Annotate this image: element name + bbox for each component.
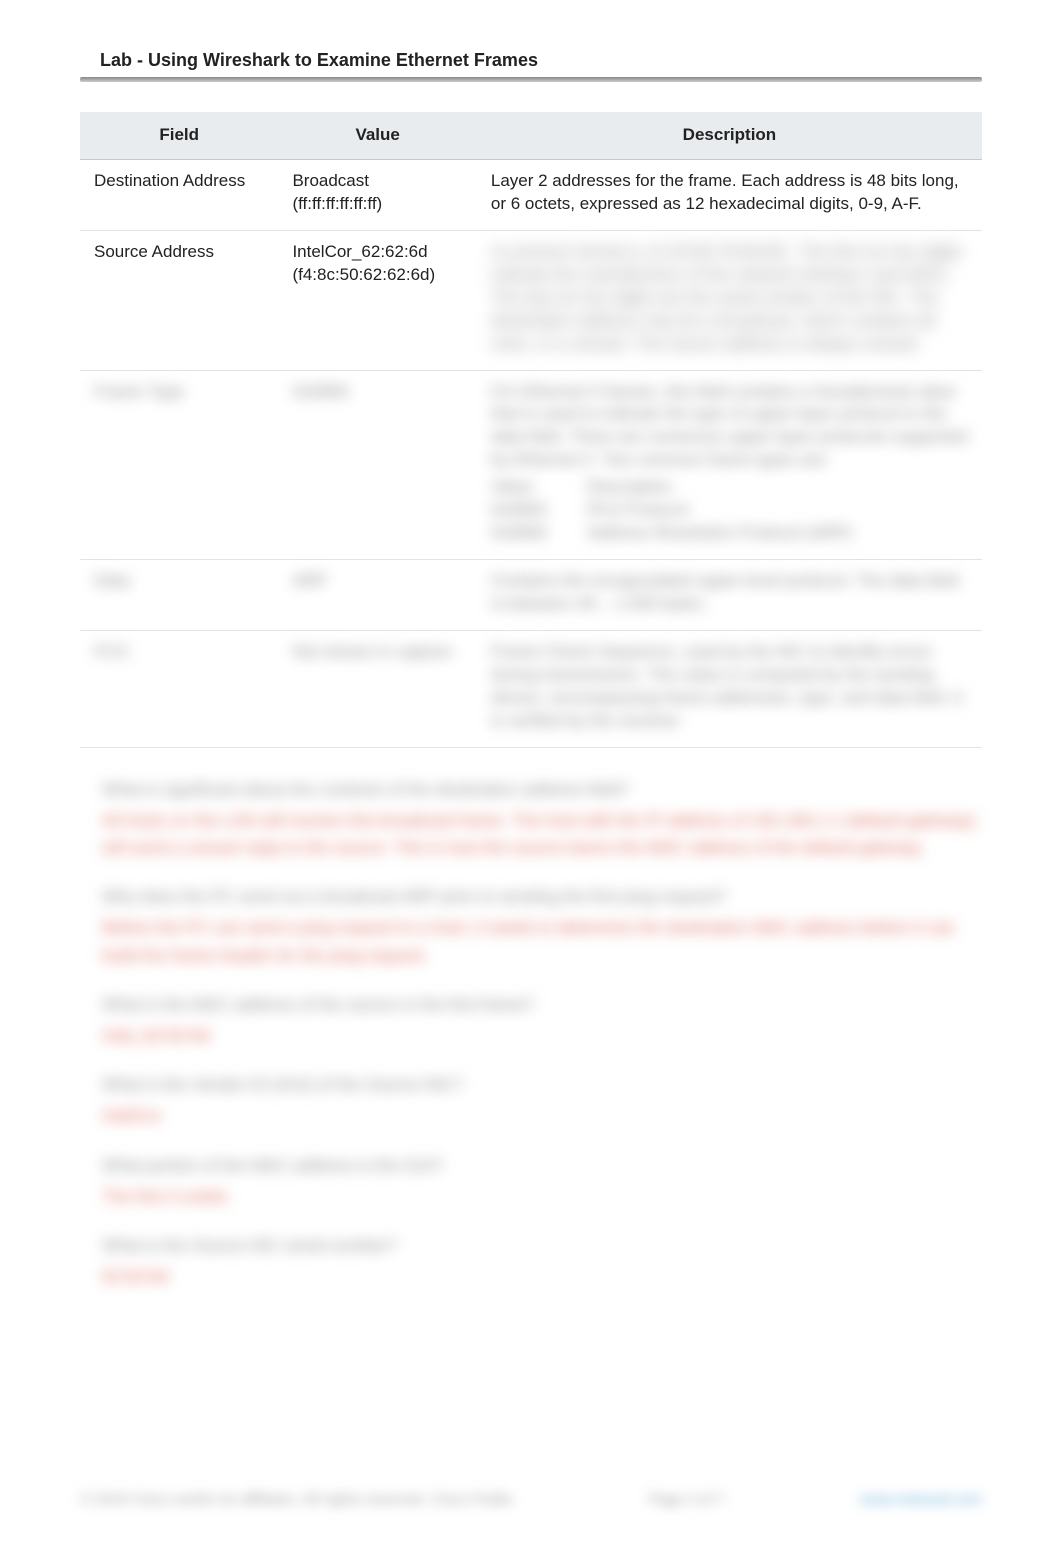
question: What is significant about the contents o… xyxy=(102,776,982,803)
table-header-row: Field Value Description xyxy=(80,112,982,160)
question: What is the Vendor ID (OUI) of the Sourc… xyxy=(102,1071,982,1098)
answer: Before the PC can send a ping request to… xyxy=(102,914,982,968)
blurred-text: Data xyxy=(94,571,130,590)
footer-page: Page 3 of 7 xyxy=(649,1491,726,1508)
cell-field: Source Address xyxy=(80,231,278,371)
questions-block: What is significant about the contents o… xyxy=(102,776,982,1291)
cell-description: Frame Check Sequence, used by the NIC to… xyxy=(477,631,982,748)
cell-value: Broadcast (ff:ff:ff:ff:ff:ff) xyxy=(278,160,476,231)
table-row: FCS Not shown in capture Frame Check Seq… xyxy=(80,631,982,748)
cell-value: IntelCor_62:62:6d (f4:8c:50:62:62:6d) xyxy=(278,231,476,371)
table-row: Data ARP Contains the encapsulated upper… xyxy=(80,560,982,631)
answer: 62:62:6d xyxy=(102,1263,982,1290)
answer: All hosts on the LAN will receive this b… xyxy=(102,807,982,861)
table-row: Source Address IntelCor_62:62:6d (f4:8c:… xyxy=(80,231,982,371)
cell-field: FCS xyxy=(80,631,278,748)
col-header-field: Field xyxy=(80,112,278,160)
answer: The first 3 octets xyxy=(102,1183,982,1210)
cell-field: Data xyxy=(80,560,278,631)
cell-field: Destination Address xyxy=(80,160,278,231)
blurred-text: 0x0806 xyxy=(292,382,348,401)
cell-value: ARP xyxy=(278,560,476,631)
blurred-text: Contains the encapsulated upper-level pr… xyxy=(491,571,959,613)
answer: Intel_62:62:6d xyxy=(102,1022,982,1049)
blurred-text: ARP xyxy=(292,571,327,590)
cell-description: Layer 2 addresses for the frame. Each ad… xyxy=(477,160,982,231)
blurred-text: A common format is 12:34:56:78:9A:BC. Th… xyxy=(491,242,962,353)
cell-value: Not shown in capture xyxy=(278,631,476,748)
cell-description: For Ethernet II frames, this field conta… xyxy=(477,371,982,561)
question: What is the MAC address of the source in… xyxy=(102,991,982,1018)
blurred-text: For Ethernet II frames, this field conta… xyxy=(491,381,968,473)
question: Why does the PC send out a broadcast ARP… xyxy=(102,883,982,910)
document-page: Lab - Using Wireshark to Examine Etherne… xyxy=(0,0,1062,1556)
blurred-text: Frame Type xyxy=(94,382,184,401)
table-row: Frame Type 0x0806 For Ethernet II frames… xyxy=(80,371,982,561)
cell-description: A common format is 12:34:56:78:9A:BC. Th… xyxy=(477,231,982,371)
page-title: Lab - Using Wireshark to Examine Etherne… xyxy=(100,50,982,71)
blurred-text: Frame Check Sequence, used by the NIC to… xyxy=(491,642,963,730)
cell-field: Frame Type xyxy=(80,371,278,561)
blurred-sublist: ValueDescription 0x0800IPv4 Protocol 0x0… xyxy=(491,476,968,545)
cell-description: Contains the encapsulated upper-level pr… xyxy=(477,560,982,631)
col-header-description: Description xyxy=(477,112,982,160)
question: What portion of the MAC address is the O… xyxy=(102,1152,982,1179)
page-footer: © 2019 Cisco and/or its affiliates. All … xyxy=(80,1491,982,1508)
footer-link: www.netacad.com xyxy=(860,1491,982,1508)
cell-value: 0x0806 xyxy=(278,371,476,561)
frame-fields-table: Field Value Description Destination Addr… xyxy=(80,112,982,748)
col-header-value: Value xyxy=(278,112,476,160)
footer-copyright: © 2019 Cisco and/or its affiliates. All … xyxy=(80,1491,513,1508)
table-row: Destination Address Broadcast (ff:ff:ff:… xyxy=(80,160,982,231)
answer: IntelCor xyxy=(102,1102,982,1129)
question: What is the Source NIC serial number? xyxy=(102,1232,982,1259)
title-divider xyxy=(80,77,982,82)
blurred-text: FCS xyxy=(94,642,128,661)
blurred-text: Not shown in capture xyxy=(292,642,452,661)
